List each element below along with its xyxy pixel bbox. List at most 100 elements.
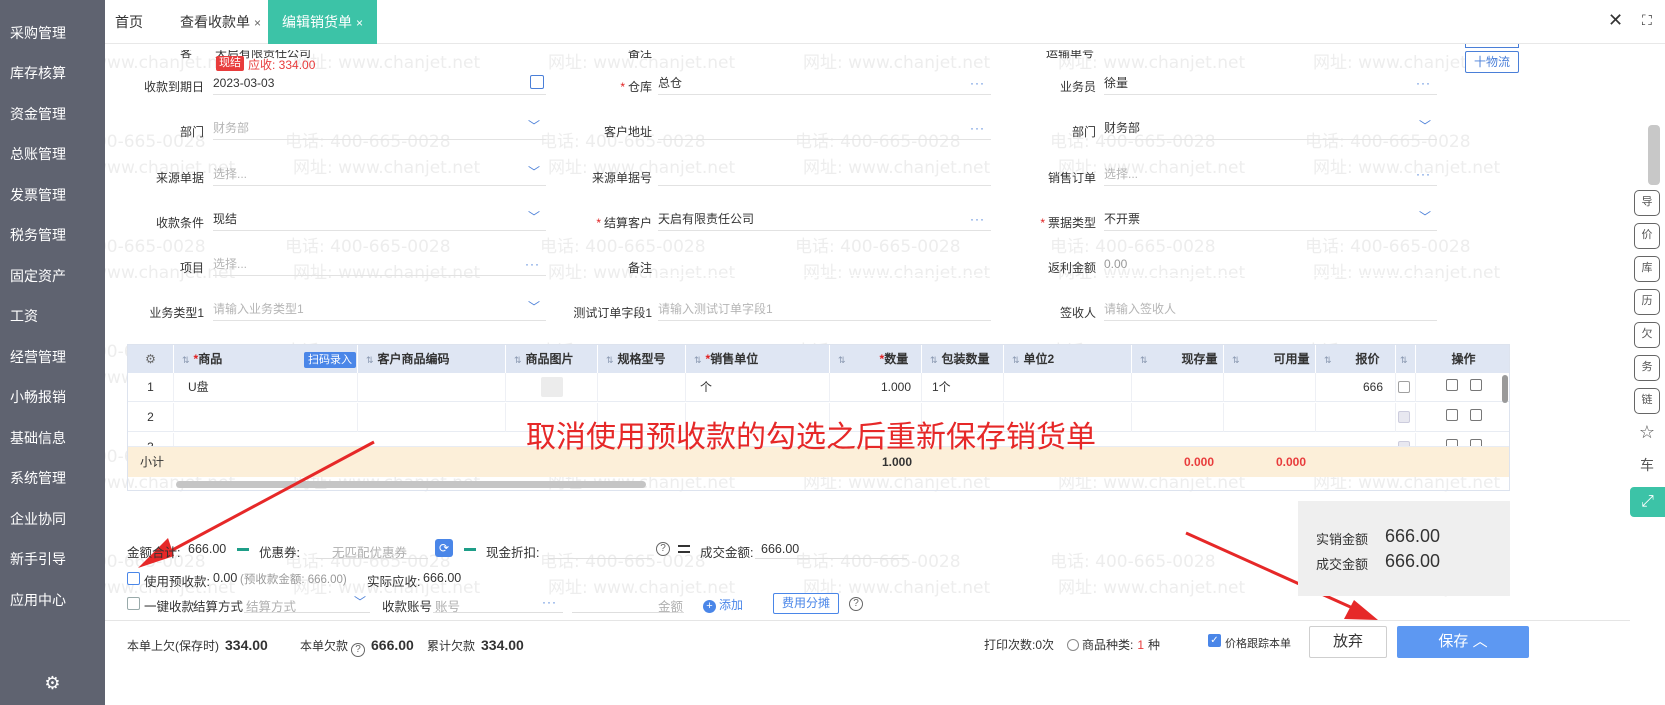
help-icon[interactable]: ? [849,597,863,611]
col-stock[interactable]: ⇅ 现存量 [1132,345,1224,373]
sidebar-item-business[interactable]: 经营管理 [0,336,105,379]
sidebar-item-invoice[interactable]: 发票管理 [0,174,105,217]
cell-pack-qty[interactable]: 1个 [922,373,1004,402]
gear-icon[interactable]: ⚙ [0,661,105,705]
sidebar-item-inventory[interactable]: 库存核算 [0,52,105,95]
settle-method-select[interactable]: 结算方式 ﹀ [244,591,370,614]
dept2-field[interactable]: 财务部 ﹀ [1104,118,1437,140]
scan-input-button[interactable]: 扫码录入 [304,352,356,368]
col-unit2[interactable]: ⇅ 单位2 [1004,345,1132,373]
sidebar-item-system[interactable]: 系统管理 [0,457,105,500]
sidebar-item-basic-info[interactable]: 基础信息 [0,417,105,460]
more-icon[interactable]: ··· [525,254,540,274]
sidebar-item-salary[interactable]: 工资 [0,295,105,338]
col-cust-code[interactable]: ⇅ 客户商品编码 [358,345,506,373]
sidebar-item-collab[interactable]: 企业协同 [0,498,105,541]
sidebar-item-expense[interactable]: 小畅报销 [0,376,105,419]
radio-icon[interactable] [1067,639,1079,651]
delete-icon[interactable] [1446,439,1458,446]
more-icon[interactable]: ··· [1416,73,1431,93]
source-doc-field[interactable]: 选择... ﹀ [213,164,546,186]
row-checkbox[interactable] [1398,381,1410,393]
fee-split-button[interactable]: 费用分摊 [773,593,839,614]
tab-edit-sales[interactable]: 编辑销货单 × [268,0,378,44]
copy-icon[interactable] [1470,409,1482,421]
sidebar-item-guide[interactable]: 新手引导 [0,538,105,581]
sidebar-item-fixed-assets[interactable]: 固定资产 [0,255,105,298]
truck-icon[interactable]: 车 [1634,454,1660,480]
remark-field[interactable] [658,254,991,276]
right-scrollbar[interactable] [1648,125,1660,185]
project-field[interactable]: 选择... ··· [213,254,546,276]
dept1-field[interactable]: 财务部 ﹀ [213,118,546,140]
cash-discount-input[interactable] [548,537,652,559]
cell-image[interactable] [506,373,598,402]
use-prepay-checkbox[interactable] [127,572,140,585]
cell-cust-code[interactable] [358,373,506,402]
chevron-down-icon[interactable]: ﹀ [354,593,366,610]
col-unit[interactable]: ⇅ *销售单位 [686,345,830,373]
star-icon[interactable]: ☆ [1634,421,1660,447]
cell-extra[interactable] [1396,433,1416,446]
abandon-button[interactable]: 放弃 [1309,626,1387,658]
refresh-icon[interactable]: ⟳ [435,539,453,557]
cell-price[interactable]: 666 [1316,373,1396,402]
add-payment-button[interactable]: + 添加 [703,596,743,613]
chevron-down-icon[interactable]: ﹀ [1419,207,1431,227]
gear-icon[interactable]: ⚙ [128,345,174,373]
col-extra[interactable]: ⇅ [1396,345,1416,373]
col-qty[interactable]: ⇅ *数量 [830,345,922,373]
tab-home[interactable]: 首页 [115,0,143,44]
copy-icon[interactable] [1470,439,1482,446]
cell-product[interactable]: U盘 [174,373,358,402]
cell-product[interactable] [174,403,358,432]
address-field[interactable]: ··· [658,118,991,140]
more-icon[interactable]: ··· [1416,164,1431,184]
service-icon[interactable]: 务 [1634,355,1660,381]
one-click-checkbox[interactable] [127,597,140,610]
history-icon[interactable]: 历 [1634,289,1660,315]
account-select[interactable]: 账号 ··· [433,591,563,614]
more-icon[interactable]: ··· [970,209,985,229]
col-price[interactable]: ⇅ 报价 [1316,345,1396,373]
warehouse-field[interactable]: 总仓 ··· [658,73,991,95]
chevron-down-icon[interactable]: ﹀ [1419,116,1431,136]
chevron-down-icon[interactable]: ﹀ [528,297,540,317]
close-icon[interactable]: × [254,16,261,30]
cell-unit[interactable]: 个 [686,373,830,402]
col-image[interactable]: ⇅ 商品图片 [506,345,598,373]
table-row[interactable]: 1 U盘 个 1.000 1个 666 [128,373,1509,402]
copy-icon[interactable] [1470,379,1482,391]
price-track-checkbox[interactable]: ✓ [1208,634,1221,647]
cell-qty[interactable]: 1.000 [830,373,922,402]
close-window-icon[interactable]: ✕ [1608,10,1623,31]
cell-spec[interactable] [598,373,686,402]
salesman-field[interactable]: 徐量 ··· [1104,73,1437,95]
sales-order-field[interactable]: 选择... ··· [1104,164,1437,186]
signer-input[interactable]: 请输入签收人 [1104,299,1437,321]
sidebar-item-tax[interactable]: 税务管理 [0,214,105,257]
chevron-down-icon[interactable]: ﹀ [528,162,540,182]
fullscreen-icon[interactable]: ⛶ [1642,12,1652,29]
invoice-type-field[interactable]: 不开票 ﹀ [1104,209,1437,231]
chevron-down-icon[interactable]: ﹀ [528,207,540,227]
cell-extra[interactable] [1396,403,1416,432]
calendar-icon[interactable] [530,75,544,89]
help-icon[interactable]: ? [351,643,366,657]
horizontal-scrollbar[interactable] [176,481,646,488]
sidebar-item-apps[interactable]: 应用中心 [0,579,105,622]
help-icon[interactable]: ? [656,542,670,556]
settle-customer-field[interactable]: 天启有限责任公司 ··· [658,209,991,231]
col-spec[interactable]: ⇅ 规格型号 [598,345,686,373]
chevron-down-icon[interactable]: ﹀ [528,116,540,136]
more-icon[interactable]: ··· [970,73,985,93]
more-icon[interactable]: ··· [542,595,557,609]
link-icon[interactable]: 链 [1634,388,1660,414]
more-icon[interactable]: ··· [970,118,985,138]
cell-extra[interactable] [1396,373,1416,402]
close-icon[interactable]: × [356,16,363,30]
sidebar-item-purchase[interactable]: 采购管理 [0,12,105,55]
col-available[interactable]: ⇅ 可用量 [1224,345,1316,373]
expand-icon[interactable]: ⤢ [1630,487,1665,517]
test-field-input[interactable]: 请输入测试订单字段1 [658,299,991,321]
